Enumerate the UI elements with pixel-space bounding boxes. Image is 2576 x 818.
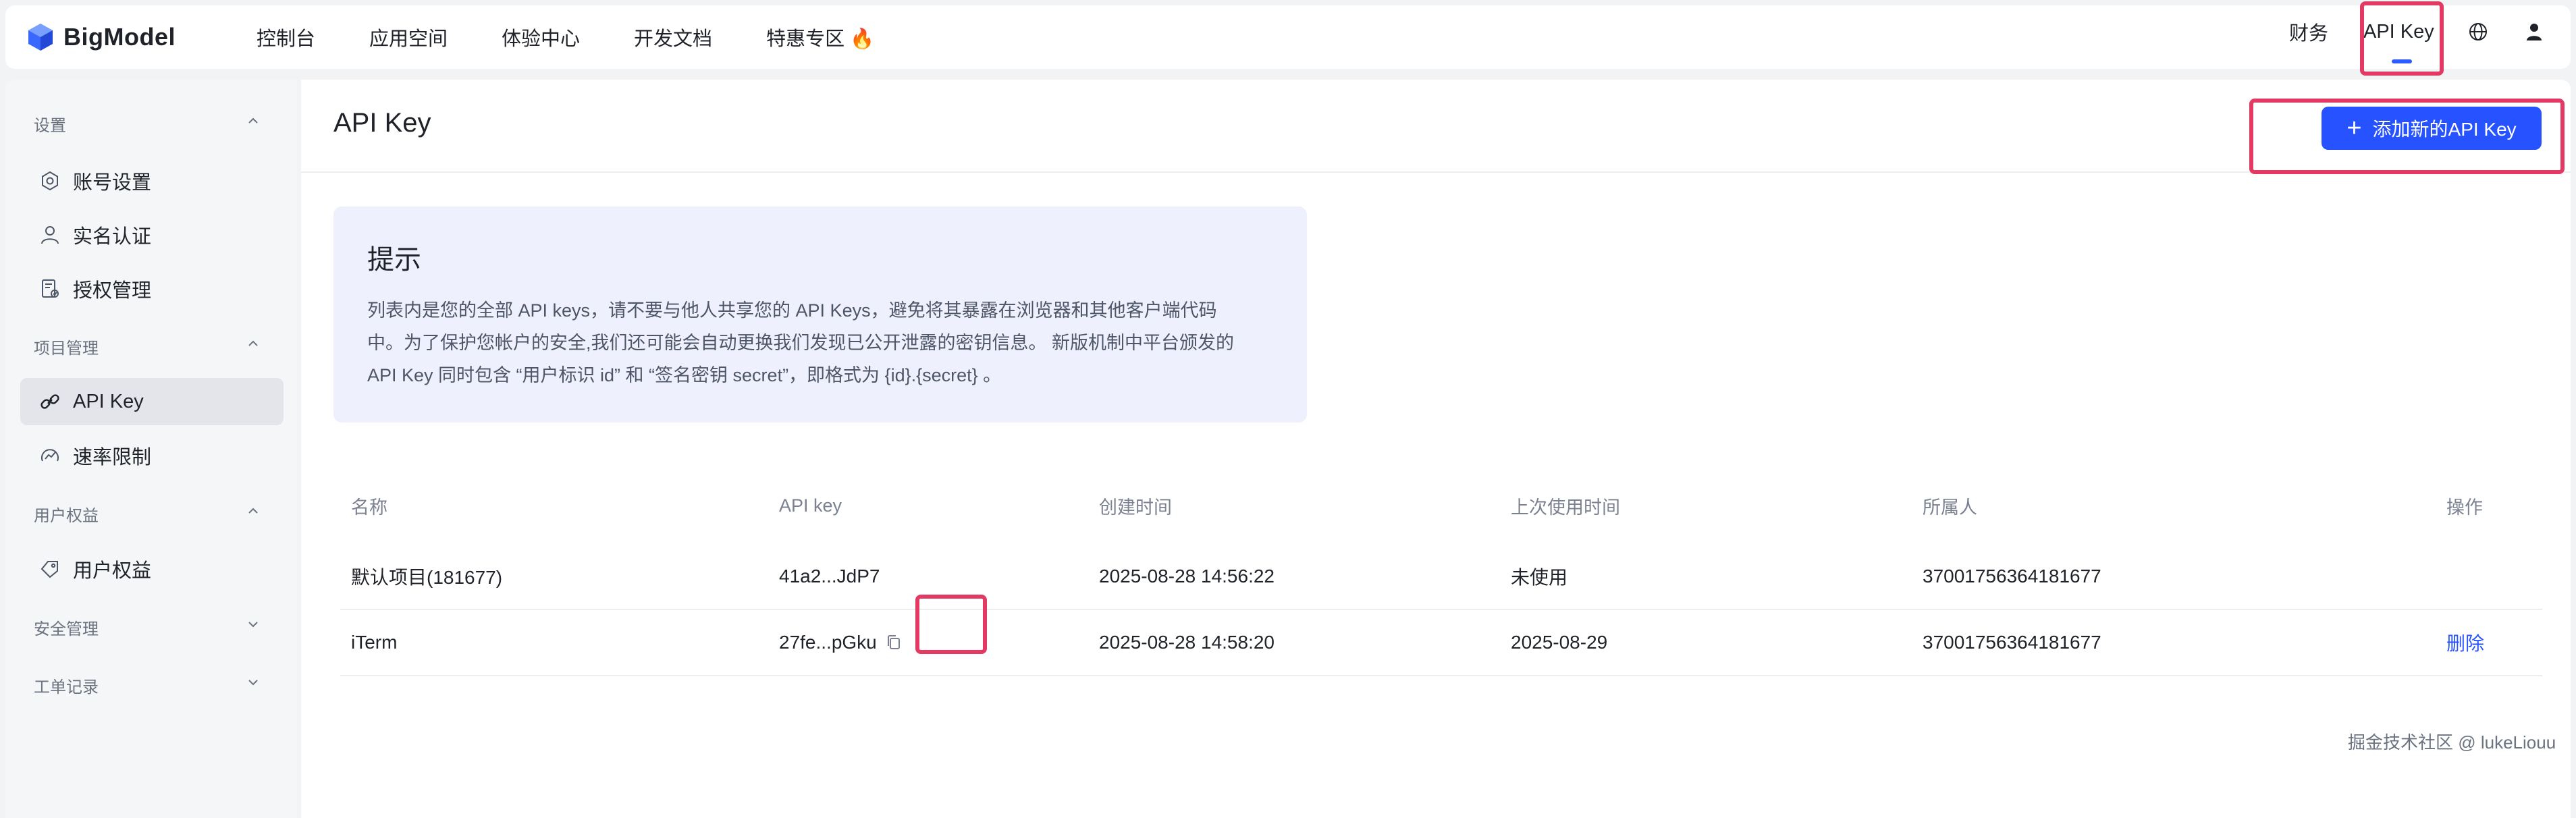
nav-item-finance[interactable]: 财务	[2289, 0, 2328, 63]
sidebar-section-project-management[interactable]: 项目管理	[34, 335, 99, 358]
speed-gauge-icon	[38, 443, 62, 468]
table-header-row: 名称 API key 创建时间 上次使用时间 所属人 操作	[340, 467, 2542, 544]
user-menu-button[interactable]	[2525, 0, 2544, 63]
chevron-up-icon[interactable]	[246, 503, 261, 518]
watermark: 掘金技术社区 @ lukeLiouu	[2348, 732, 2556, 753]
highlight-box-copy-icon	[915, 595, 987, 654]
nav-item-app-space[interactable]: 应用空间	[369, 23, 448, 51]
sidebar-item-authorization[interactable]: 授权管理	[20, 265, 284, 312]
nav-item-dev-docs[interactable]: 开发文档	[634, 23, 712, 51]
highlight-box-api-key-nav	[2360, 1, 2444, 76]
cell-api-key: 27fe...pGku	[779, 610, 904, 675]
sidebar-item-real-name-auth[interactable]: 实名认证	[20, 211, 284, 258]
sidebar-section-security[interactable]: 安全管理	[34, 616, 99, 639]
brand-name: BigModel	[63, 23, 176, 51]
tip-text: 列表内是您的全部 API keys，请不要与他人共享您的 API Keys，避免…	[367, 294, 1273, 391]
column-header-created: 创建时间	[1099, 497, 1172, 518]
tip-line: 列表内是您的全部 API keys，请不要与他人共享您的 API Keys，避免…	[367, 300, 1217, 321]
sidebar-item-rate-limit[interactable]: 速率限制	[20, 432, 284, 479]
chevron-down-icon[interactable]	[246, 617, 261, 632]
cell-last-used: 2025-08-29	[1511, 632, 1608, 653]
sidebar-section-tickets[interactable]: 工单记录	[34, 674, 99, 697]
tip-panel: 提示 列表内是您的全部 API keys，请不要与他人共享您的 API Keys…	[333, 207, 1307, 422]
main-content: API Key + 添加新的API Key 提示 列表内是您的全部 API ke…	[301, 80, 2571, 818]
tip-line: API Key 同时包含 “用户标识 id” 和 “签名密钥 secret”，即…	[367, 365, 1002, 385]
link-key-icon	[38, 389, 62, 414]
nav-item-special-offers[interactable]: 特惠专区 🔥	[766, 23, 874, 51]
chevron-up-icon[interactable]	[246, 113, 261, 128]
sidebar-item-api-key[interactable]: API Key	[20, 378, 284, 425]
cell-last-used: 未使用	[1511, 567, 1568, 588]
cell-owner: 37001756364181677	[1923, 632, 2101, 653]
language-button[interactable]	[2468, 0, 2488, 63]
sidebar: 设置 账号设置 实名认证 授权管理 项目管理 API Key 速率限制 用户权益	[5, 80, 297, 818]
tip-title: 提示	[367, 245, 421, 275]
cell-api-key: 41a2...JdP7	[779, 566, 880, 587]
cell-actions: 删除	[2446, 610, 2484, 675]
nav-item-console[interactable]: 控制台	[257, 23, 315, 51]
tip-line: 中。为了保护您帐户的安全,我们还可能会自动更换我们发现已公开泄露的密钥信息。 新…	[367, 333, 1235, 353]
column-header-last-used: 上次使用时间	[1511, 497, 1620, 518]
page-title: API Key	[333, 108, 431, 138]
plus-icon: +	[2346, 114, 2362, 142]
api-key-table: 名称 API key 创建时间 上次使用时间 所属人 操作 默认项目(18167…	[340, 467, 2542, 676]
nav-item-experience-center[interactable]: 体验中心	[502, 23, 580, 51]
table-row: 默认项目(181677) 41a2...JdP7 2025-08-28 14:5…	[340, 544, 2542, 610]
column-header-name: 名称	[351, 497, 387, 518]
add-api-key-button[interactable]: + 添加新的API Key	[2322, 107, 2542, 150]
sidebar-item-user-benefits[interactable]: 用户权益	[20, 545, 284, 593]
bigmodel-logo-icon	[28, 24, 53, 51]
chevron-down-icon[interactable]	[246, 675, 261, 690]
column-header-actions: 操作	[2446, 497, 2483, 518]
sidebar-item-label: 用户权益	[73, 560, 152, 582]
copy-icon[interactable]	[884, 632, 904, 653]
column-header-owner: 所属人	[1923, 497, 1977, 518]
sidebar-item-label: 授权管理	[73, 280, 152, 302]
api-key-value: 27fe...pGku	[779, 632, 877, 653]
main-nav: 控制台 应用空间 体验中心 开发文档 特惠专区 🔥	[257, 5, 928, 69]
person-icon	[38, 223, 62, 247]
brand-logo[interactable]: BigModel	[26, 22, 176, 53]
sidebar-section-settings[interactable]: 设置	[34, 112, 66, 136]
top-navbar: BigModel 控制台 应用空间 体验中心 开发文档 特惠专区 🔥	[5, 5, 2571, 69]
globe-icon	[2469, 23, 2487, 40]
user-icon	[2527, 24, 2542, 40]
sidebar-section-user-benefits[interactable]: 用户权益	[34, 502, 99, 526]
sidebar-item-label: 账号设置	[73, 172, 152, 194]
cell-owner: 37001756364181677	[1923, 566, 2101, 587]
sidebar-item-label: API Key	[73, 390, 144, 412]
chevron-up-icon[interactable]	[246, 336, 261, 351]
tag-icon	[38, 557, 62, 581]
delete-button[interactable]: 删除	[2446, 629, 2484, 656]
add-api-key-label: 添加新的API Key	[2372, 119, 2517, 140]
cell-name: 默认项目(181677)	[351, 567, 503, 588]
table-row: iTerm 27fe...pGku 2025-08-28 14:58:20 20…	[340, 610, 2542, 676]
column-header-api-key: API key	[779, 495, 842, 516]
sidebar-item-label: 速率限制	[73, 447, 152, 468]
cell-created: 2025-08-28 14:56:22	[1099, 566, 1274, 587]
cell-created: 2025-08-28 14:58:20	[1099, 632, 1274, 653]
cell-name: iTerm	[351, 632, 398, 653]
document-check-icon	[38, 277, 62, 301]
sidebar-item-account-settings[interactable]: 账号设置	[20, 157, 284, 204]
sidebar-item-label: 实名认证	[73, 226, 152, 248]
settings-icon	[38, 169, 62, 193]
page-header: API Key + 添加新的API Key	[301, 80, 2571, 174]
